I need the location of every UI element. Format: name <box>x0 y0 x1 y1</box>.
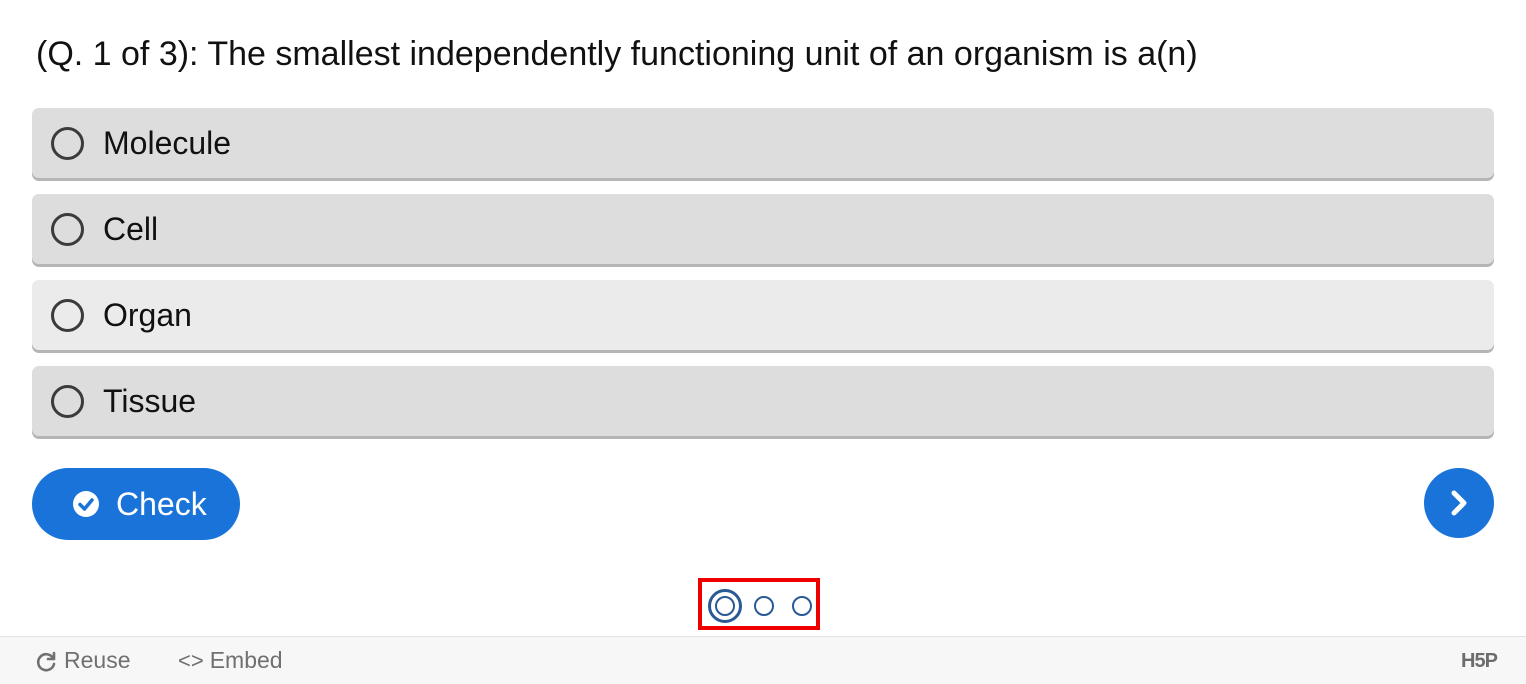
question-panel: (Q. 1 of 3): The smallest independently … <box>0 0 1526 636</box>
refresh-icon <box>36 651 56 672</box>
check-button[interactable]: Check <box>32 468 240 540</box>
embed-button[interactable]: <> Embed <box>178 637 283 684</box>
progress-dot[interactable] <box>754 596 774 616</box>
answer-label: Cell <box>103 211 159 247</box>
answer-label: Tissue <box>103 383 197 419</box>
radio-icon <box>51 127 84 160</box>
embed-label: Embed <box>209 647 283 673</box>
progress-dot-current[interactable] <box>708 589 742 623</box>
h5p-logo[interactable]: H5P <box>1461 650 1498 673</box>
radio-icon <box>51 385 84 418</box>
answer-option[interactable]: Organ <box>32 280 1494 350</box>
answer-list: Molecule Cell Organ Tissue <box>32 108 1494 452</box>
check-button-label: Check <box>116 486 207 522</box>
answer-option[interactable]: Cell <box>32 194 1494 264</box>
question-text: (Q. 1 of 3): The smallest independently … <box>36 35 1198 73</box>
answer-label: Organ <box>103 297 192 333</box>
reuse-button[interactable]: Reuse <box>34 637 130 684</box>
reuse-label: Reuse <box>64 647 131 673</box>
next-question-button[interactable] <box>1424 468 1494 538</box>
progress-dots <box>698 578 820 630</box>
chevron-right-icon <box>1451 490 1467 516</box>
answer-option[interactable]: Tissue <box>32 366 1494 436</box>
code-icon: <> <box>178 648 204 673</box>
footer-bar: Reuse <> Embed H5P <box>0 636 1526 684</box>
answer-label: Molecule <box>103 125 232 161</box>
progress-dot[interactable] <box>792 596 812 616</box>
radio-icon <box>51 213 84 246</box>
radio-icon <box>51 299 84 332</box>
h5p-question-set: (Q. 1 of 3): The smallest independently … <box>0 0 1526 684</box>
answer-option[interactable]: Molecule <box>32 108 1494 178</box>
check-circle-icon <box>73 491 99 517</box>
